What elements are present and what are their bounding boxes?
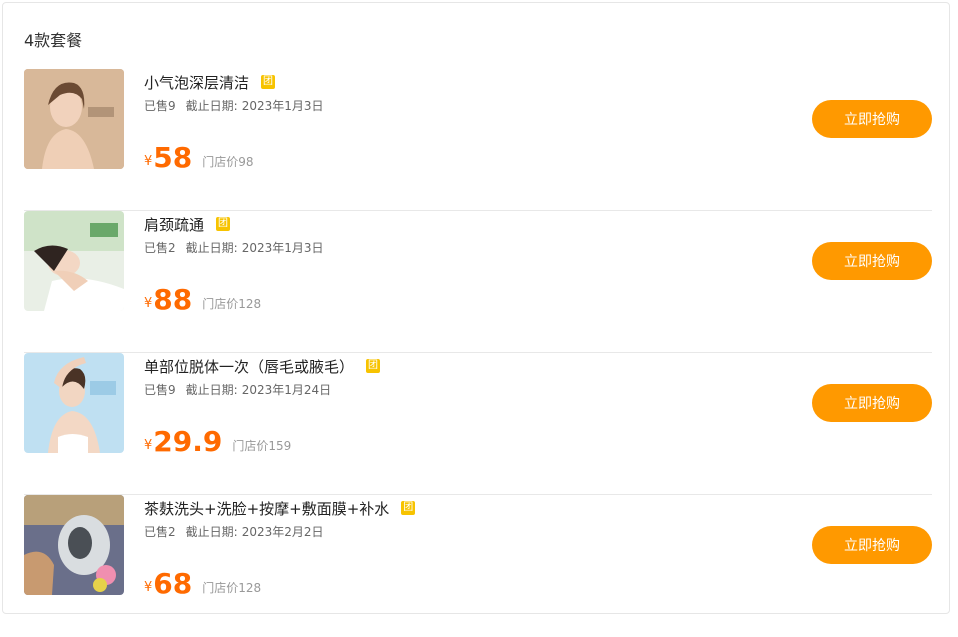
- buy-now-button[interactable]: 立即抢购: [812, 526, 932, 564]
- deadline-label: 截止日期:: [185, 383, 238, 397]
- deal-name[interactable]: 肩颈疏通: [144, 214, 204, 235]
- deal-price: 29.9: [153, 425, 223, 458]
- deal-name[interactable]: 单部位脱体一次（唇毛或腋毛）: [144, 356, 354, 377]
- deal-item[interactable]: 单部位脱体一次（唇毛或腋毛） 团 已售9 截止日期: 2023年1月24日 ¥ 29…: [24, 353, 932, 495]
- deal-item[interactable]: 茶麸洗头+洗脸+按摩+敷面膜+补水 团 已售2 截止日期: 2023年2月2日 ¥ …: [24, 495, 932, 637]
- deal-meta: 已售9 截止日期: 2023年1月24日: [144, 381, 331, 398]
- price-row: ¥ 68 门店价128: [144, 565, 261, 599]
- deal-price: 68: [153, 567, 193, 600]
- group-buy-badge: 团: [261, 75, 276, 89]
- buy-now-button[interactable]: 立即抢购: [812, 100, 932, 138]
- sold-count: 已售9: [144, 383, 176, 397]
- sold-count: 已售9: [144, 99, 176, 113]
- deadline-label: 截止日期:: [185, 525, 238, 539]
- deal-item[interactable]: 肩颈疏通 团 已售2 截止日期: 2023年1月3日 ¥ 88 门店价128 立即抢…: [24, 211, 932, 353]
- store-price: 门店价98: [202, 155, 254, 169]
- store-price: 门店价159: [232, 439, 292, 453]
- currency-symbol: ¥: [144, 580, 153, 595]
- store-price: 门店价128: [202, 581, 262, 595]
- deal-meta: 已售9 截止日期: 2023年1月3日: [144, 97, 324, 114]
- deal-price: 88: [153, 283, 193, 316]
- sold-count: 已售2: [144, 241, 176, 255]
- price-row: ¥ 29.9 门店价159: [144, 423, 291, 457]
- deal-name[interactable]: 小气泡深层清洁: [144, 72, 249, 93]
- deadline-label: 截止日期:: [185, 241, 238, 255]
- deal-thumbnail[interactable]: [24, 495, 124, 595]
- currency-symbol: ¥: [144, 296, 153, 311]
- buy-now-button[interactable]: 立即抢购: [812, 384, 932, 422]
- deal-price: 58: [153, 141, 193, 174]
- deal-name-row: 肩颈疏通 团: [144, 213, 231, 235]
- deadline-date: 2023年1月3日: [241, 99, 324, 113]
- currency-symbol: ¥: [144, 154, 153, 169]
- group-buy-badge: 团: [366, 359, 381, 373]
- deadline-label: 截止日期:: [185, 99, 238, 113]
- group-buy-badge: 团: [216, 217, 231, 231]
- deal-list-panel: 4款套餐 小气泡深层清洁 团 已售9 截止日期: 2023年1月3日 ¥ 58 门店…: [2, 2, 950, 614]
- price-row: ¥ 58 门店价98: [144, 139, 254, 173]
- deal-name[interactable]: 茶麸洗头+洗脸+按摩+敷面膜+补水: [144, 498, 389, 519]
- deadline-date: 2023年1月24日: [241, 383, 332, 397]
- deal-item[interactable]: 小气泡深层清洁 团 已售9 截止日期: 2023年1月3日 ¥ 58 门店价98 立…: [24, 69, 932, 211]
- deal-name-row: 小气泡深层清洁 团: [144, 71, 276, 93]
- sold-count: 已售2: [144, 525, 176, 539]
- deadline-date: 2023年1月3日: [241, 241, 324, 255]
- deal-meta: 已售2 截止日期: 2023年2月2日: [144, 523, 324, 540]
- deal-name-row: 茶麸洗头+洗脸+按摩+敷面膜+补水 团: [144, 497, 416, 519]
- deal-meta: 已售2 截止日期: 2023年1月3日: [144, 239, 324, 256]
- store-price: 门店价128: [202, 297, 262, 311]
- deal-thumbnail[interactable]: [24, 211, 124, 311]
- currency-symbol: ¥: [144, 438, 153, 453]
- deal-name-row: 单部位脱体一次（唇毛或腋毛） 团: [144, 355, 381, 377]
- section-title: 4款套餐: [24, 31, 83, 50]
- deal-thumbnail[interactable]: [24, 69, 124, 169]
- deadline-date: 2023年2月2日: [241, 525, 324, 539]
- deal-thumbnail[interactable]: [24, 353, 124, 453]
- buy-now-button[interactable]: 立即抢购: [812, 242, 932, 280]
- price-row: ¥ 88 门店价128: [144, 281, 261, 315]
- group-buy-badge: 团: [401, 501, 416, 515]
